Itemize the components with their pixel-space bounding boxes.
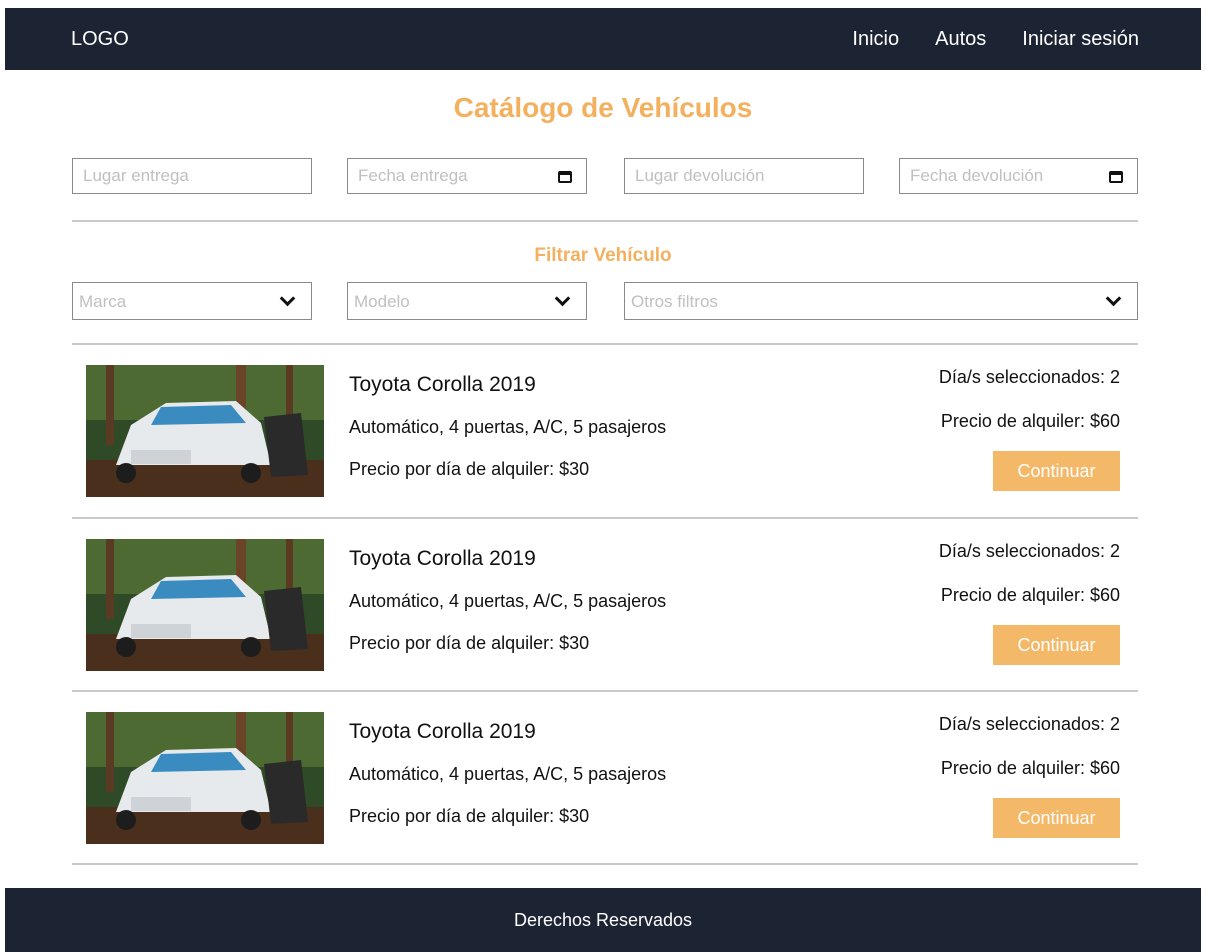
vehicle-title: Toyota Corolla 2019 <box>349 720 536 743</box>
other-filters-value: Otros filtros <box>631 292 718 311</box>
car-photo <box>86 539 324 671</box>
nav-link-iniciar-sesion[interactable]: Iniciar sesión <box>1022 28 1139 51</box>
rental-price: Precio de alquiler: $60 <box>940 758 1120 778</box>
car-photo <box>86 365 324 497</box>
vehicle-daily-price: Precio por día de alquiler: $30 <box>349 633 590 653</box>
vehicle-daily-price: Precio por día de alquiler: $30 <box>349 806 590 826</box>
continue-button[interactable]: Continuar <box>993 451 1120 491</box>
footer-text: Derechos Reservados <box>513 909 693 930</box>
other-filters-select[interactable]: Otros filtros <box>624 282 1138 320</box>
pickup-place-input[interactable] <box>73 159 311 193</box>
vehicle-specs: Automático, 4 puertas, A/C, 5 pasajeros <box>349 591 667 611</box>
page-title: Catálogo de Vehículos <box>453 92 753 123</box>
continue-button[interactable]: Continuar <box>993 798 1120 838</box>
brand-select-value: Marca <box>79 292 127 311</box>
chevron-down-icon <box>1105 290 1122 307</box>
pickup-date-field <box>347 158 587 194</box>
model-select-value: Modelo <box>354 292 410 311</box>
vehicle-daily-price: Precio por día de alquiler: $30 <box>349 459 590 479</box>
filter-title: Filtrar Vehículo <box>534 245 672 266</box>
calendar-icon[interactable] <box>1109 171 1123 183</box>
vehicle-title: Toyota Corolla 2019 <box>349 547 536 570</box>
chevron-down-icon <box>279 290 296 307</box>
search-bar <box>72 158 1138 194</box>
rental-price: Precio de alquiler: $60 <box>940 411 1120 431</box>
nav-link-autos[interactable]: Autos <box>935 28 986 51</box>
vehicle-specs: Automático, 4 puertas, A/C, 5 pasajeros <box>349 417 667 437</box>
vehicle-card: Toyota Corolla 2019 Automático, 4 puerta… <box>72 345 1138 517</box>
pickup-place-field <box>72 158 312 194</box>
chevron-down-icon <box>554 290 571 307</box>
continue-button[interactable]: Continuar <box>993 625 1120 665</box>
logo[interactable]: LOGO <box>71 28 129 51</box>
divider <box>72 220 1138 222</box>
pickup-date-input[interactable] <box>348 159 586 193</box>
selected-days: Día/s seleccionados: 2 <box>938 541 1120 561</box>
return-place-field <box>624 158 864 194</box>
vehicle-card: Toyota Corolla 2019 Automático, 4 puerta… <box>72 519 1138 691</box>
return-place-input[interactable] <box>625 159 863 193</box>
selected-days: Día/s seleccionados: 2 <box>938 367 1120 387</box>
vehicle-specs: Automático, 4 puertas, A/C, 5 pasajeros <box>349 764 667 784</box>
top-navbar: LOGO Inicio Autos Iniciar sesión <box>5 8 1201 70</box>
vehicle-card: Toyota Corolla 2019 Automático, 4 puerta… <box>72 692 1138 864</box>
return-date-input[interactable] <box>900 159 1137 193</box>
brand-select[interactable]: Marca <box>72 282 312 320</box>
divider <box>72 863 1138 865</box>
car-photo <box>86 712 324 844</box>
vehicle-title: Toyota Corolla 2019 <box>349 373 536 396</box>
model-select[interactable]: Modelo <box>347 282 587 320</box>
nav-link-inicio[interactable]: Inicio <box>852 28 899 51</box>
calendar-icon[interactable] <box>558 171 572 183</box>
footer: Derechos Reservados <box>5 888 1201 952</box>
selected-days: Día/s seleccionados: 2 <box>938 714 1120 734</box>
rental-price: Precio de alquiler: $60 <box>940 585 1120 605</box>
filter-bar: Marca Modelo Otros filtros <box>72 282 1138 320</box>
return-date-field <box>899 158 1138 194</box>
main-nav: Inicio Autos Iniciar sesión <box>852 28 1139 51</box>
